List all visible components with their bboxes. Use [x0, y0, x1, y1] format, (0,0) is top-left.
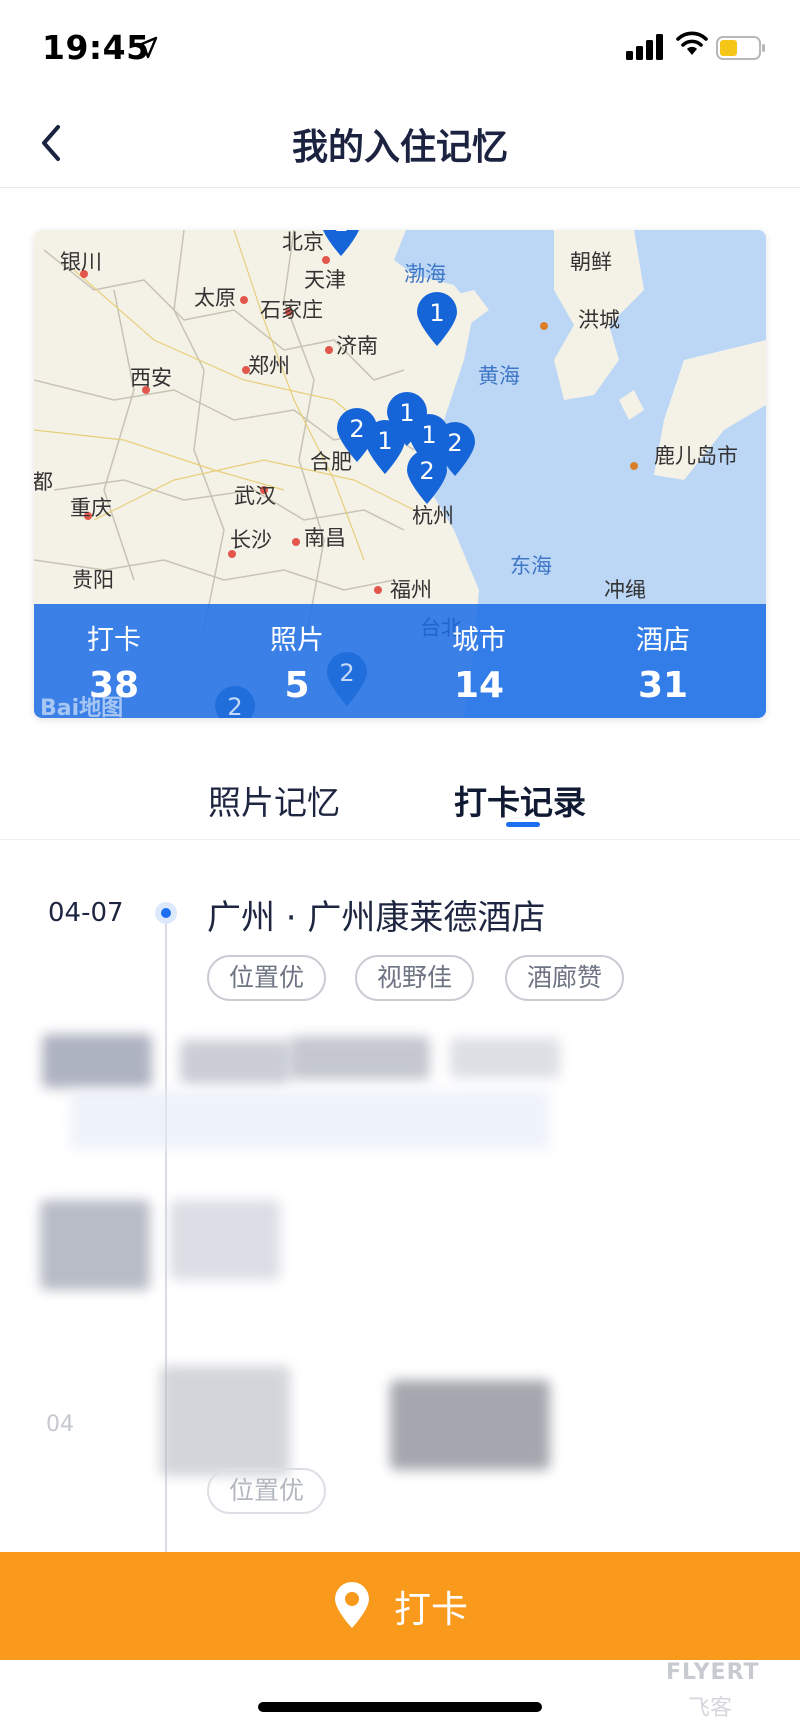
home-indicator[interactable] — [258, 1702, 542, 1712]
map-label-hongcheng: 洪城 — [578, 308, 620, 332]
timeline-dot — [155, 902, 177, 924]
page-title: 我的入住记忆 — [291, 127, 508, 168]
map-label-chaoxian: 朝鲜 — [570, 250, 612, 274]
status-bar: 19:45 — [0, 0, 800, 100]
entry-date: 04-07 — [48, 898, 124, 928]
battery-icon — [716, 36, 765, 60]
map-label-donghai: 东海 — [510, 554, 552, 578]
tag-chip-faded: 位置优 — [207, 1468, 327, 1514]
stats-overlay: 2 2 打卡 38 照片 5 城市 14 酒店 31 — [34, 604, 766, 718]
signal-icon — [626, 34, 663, 60]
stat-label: 城市 — [452, 625, 506, 656]
stat-cities: 城市 14 — [404, 618, 554, 706]
map-label-taiyuan: 太原 — [194, 286, 236, 310]
tab-checkin-records[interactable]: 打卡记录 — [454, 776, 586, 824]
stat-photos: 照片 5 — [222, 618, 372, 706]
baidu-map-logo: Bai地图 — [40, 696, 124, 718]
map-label-bohai: 渤海 — [404, 262, 446, 286]
redacted-content — [30, 1020, 630, 1540]
stay-map-card[interactable]: 北京 天津 渤海 银川 太原 石家庄 济南 朝鲜 洪城 西安 郑州 黄海 合肥 … — [34, 230, 766, 718]
checkin-label: 打卡 — [394, 1588, 468, 1631]
location-arrow-icon — [135, 36, 158, 59]
stat-value: 14 — [453, 665, 505, 706]
map-label-lujiandao: 鹿儿岛市 — [654, 444, 738, 468]
map-label-chongsheng: 冲绳 — [604, 578, 646, 602]
map-label-yinchuan: 银川 — [60, 250, 102, 274]
map-pin-icon — [335, 1582, 369, 1628]
stat-label: 酒店 — [636, 625, 690, 656]
stat-label: 照片 — [270, 625, 324, 656]
map-pin[interactable]: 1 — [362, 418, 408, 476]
tag-chip: 位置优 — [207, 955, 327, 1001]
tag-chip: 酒廊赞 — [505, 955, 625, 1001]
tag-chip: 视野佳 — [355, 955, 475, 1001]
stat-value: 5 — [284, 665, 310, 706]
map-label-fuzhou: 福州 — [390, 578, 432, 602]
entry-hotel-title[interactable]: 广州 · 广州康莱德酒店 — [207, 890, 545, 939]
map-label-zhengzhou: 郑州 — [248, 354, 290, 378]
map-pin[interactable]: 1 — [318, 230, 364, 258]
map-label-xian: 西安 — [130, 366, 172, 390]
tab-photo-memories[interactable]: 照片记忆 — [208, 776, 340, 824]
map-label-shijiazhuang: 石家庄 — [260, 298, 323, 322]
stat-value: 31 — [637, 665, 689, 706]
tab-bar: 照片记忆 打卡记录 — [0, 760, 800, 840]
wifi-icon — [676, 31, 708, 55]
tab-indicator — [506, 822, 540, 827]
map-label-chongqing: 重庆 — [70, 496, 112, 520]
map-label-changsha: 长沙 — [230, 528, 272, 552]
stat-hotels: 酒店 31 — [588, 618, 738, 706]
navigation-bar: 我的入住记忆 — [0, 100, 800, 188]
map-label-huanghai: 黄海 — [478, 364, 520, 388]
stat-label: 打卡 — [87, 625, 141, 656]
map-label-guiyang: 贵阳 — [72, 568, 114, 592]
watermark-subtext: 飞客 — [688, 1696, 733, 1721]
map-label-tianjin: 天津 — [304, 268, 346, 292]
map-label-chengdu: 都 — [34, 470, 53, 494]
map-label-wuhan: 武汉 — [234, 484, 276, 508]
checkin-button[interactable]: 打卡 — [0, 1552, 800, 1660]
watermark-logo: FLYERT — [666, 1660, 760, 1685]
map-pin[interactable]: 1 — [414, 290, 460, 348]
entry-date-faded: 04 — [46, 1412, 74, 1437]
map-pin[interactable]: 2 — [404, 448, 450, 506]
map-label-jinan: 济南 — [336, 334, 378, 358]
map-label-nanchang: 南昌 — [304, 526, 346, 550]
